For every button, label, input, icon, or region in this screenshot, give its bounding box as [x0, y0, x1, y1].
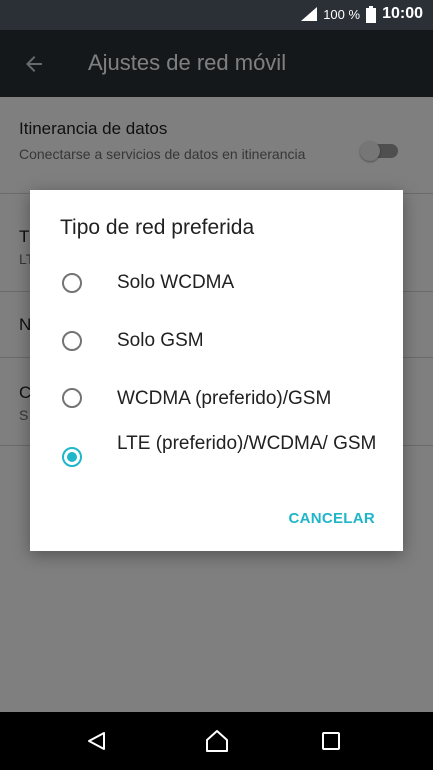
- option-label: WCDMA (preferido)/GSM: [117, 388, 332, 409]
- back-triangle-icon[interactable]: [86, 731, 106, 751]
- battery-percent: 100 %: [323, 6, 361, 22]
- radio-button[interactable]: [62, 273, 82, 293]
- home-icon[interactable]: [204, 729, 230, 753]
- radio-button-selected[interactable]: [62, 447, 82, 467]
- clock: 10:00: [382, 5, 423, 22]
- option-label: Solo GSM: [117, 330, 204, 351]
- radio-button[interactable]: [62, 331, 82, 351]
- option-lte-wcdma-gsm[interactable]: LTE (preferido)/WCDMA/ GSM: [30, 432, 403, 492]
- cancel-button[interactable]: CANCELAR: [288, 510, 375, 527]
- option-label: Solo WCDMA: [117, 272, 235, 293]
- option-label: LTE (preferido)/WCDMA/ GSM: [117, 433, 377, 454]
- dialog-title: Tipo de red preferida: [60, 216, 255, 239]
- option-solo-gsm[interactable]: Solo GSM: [30, 316, 403, 366]
- option-solo-wcdma[interactable]: Solo WCDMA: [30, 258, 403, 308]
- radio-button[interactable]: [62, 388, 82, 408]
- navigation-bar: [0, 712, 433, 770]
- signal-icon: [301, 7, 318, 21]
- status-bar: 100 % 10:00: [0, 0, 433, 30]
- network-type-dialog: Tipo de red preferida Solo WCDMA Solo GS…: [30, 190, 403, 551]
- option-wcdma-gsm[interactable]: WCDMA (preferido)/GSM: [30, 374, 403, 424]
- battery-icon: [366, 5, 377, 23]
- recents-square-icon[interactable]: [322, 732, 340, 750]
